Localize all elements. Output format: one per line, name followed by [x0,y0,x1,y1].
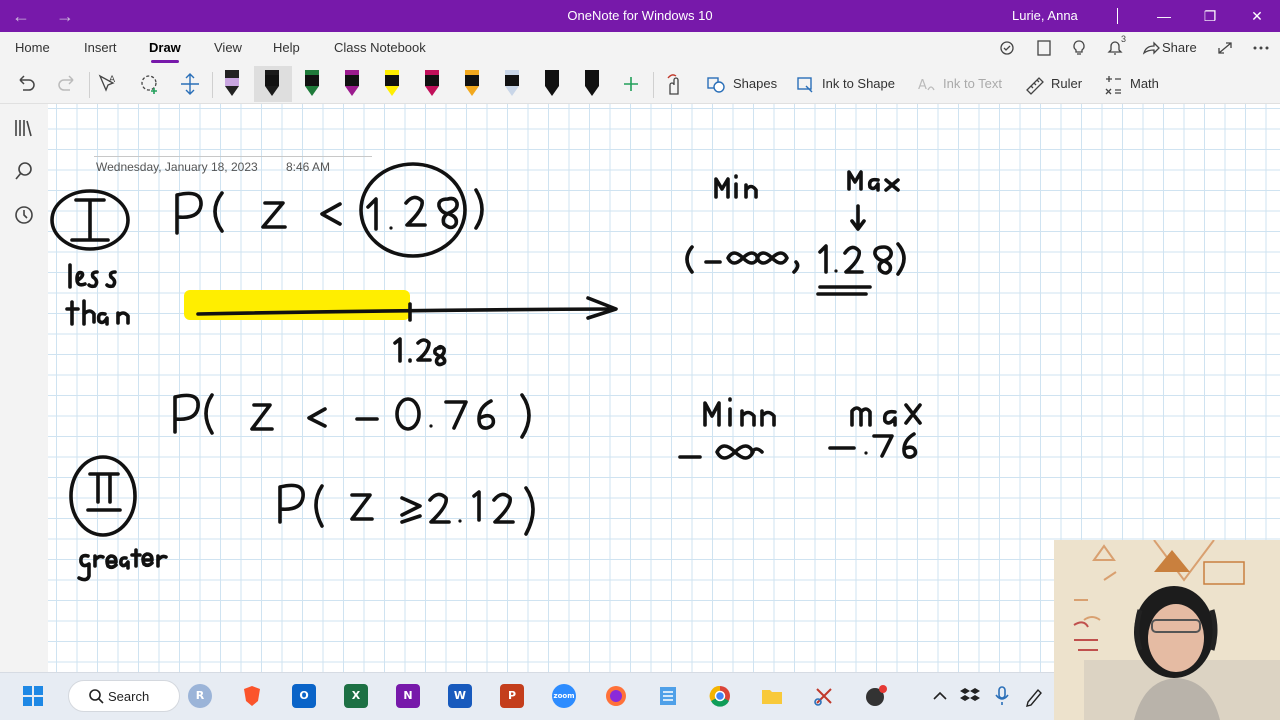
add-pen-icon[interactable] [620,68,642,100]
lasso-select-icon[interactable] [138,68,162,100]
ink-to-shape-button[interactable]: Ink to Shape [822,76,895,91]
pen-6[interactable] [425,70,439,96]
undo-icon[interactable] [14,68,38,100]
ink-to-shape-icon[interactable] [794,68,818,100]
tab-home[interactable]: Home [15,40,50,55]
pen-2[interactable] [265,70,279,96]
share-icon[interactable] [1140,38,1162,58]
math-button[interactable]: Math [1130,76,1159,91]
left-navigation-rail [0,104,48,672]
active-tab-indicator [151,60,179,63]
minimize-button[interactable]: — [1149,4,1179,28]
page-date: Wednesday, January 18, 2023 [96,160,258,174]
tab-draw[interactable]: Draw [149,40,181,55]
outlook-icon[interactable]: O [292,684,316,708]
page-title-line [94,156,372,157]
r-app-icon[interactable]: R [188,684,212,708]
tab-insert[interactable]: Insert [84,40,117,55]
microphone-icon[interactable] [990,684,1014,708]
taskbar-search-icon [89,689,104,704]
toolbar-separator [89,72,90,98]
shapes-icon[interactable] [704,68,728,100]
ink-to-text-button: Ink to Text [943,76,1003,91]
excel-icon[interactable]: X [344,684,368,708]
svg-text:A: A [918,78,927,93]
search-icon[interactable] [12,159,36,183]
shapes-button[interactable]: Shapes [733,76,777,91]
chrome-icon[interactable] [708,684,732,708]
chevron-up-icon[interactable] [928,684,952,708]
svg-text:A: A [109,75,116,85]
share-button[interactable]: Share [1162,40,1197,55]
powerpoint-icon[interactable]: P [500,684,524,708]
ink-to-text-icon: A [918,78,935,93]
toolbar-separator [653,72,654,98]
word-icon[interactable]: W [448,684,472,708]
notepad-icon[interactable] [656,684,680,708]
pen-5[interactable] [385,70,399,96]
pen-9[interactable] [545,70,559,96]
redo-icon[interactable] [55,68,79,100]
notification-count: 3 [1121,34,1127,44]
type-select-icon[interactable]: A [96,68,120,100]
pen-10[interactable] [585,70,599,96]
tab-class-notebook[interactable]: Class Notebook [334,40,426,55]
title-separator [1117,8,1118,24]
tab-help[interactable]: Help [273,40,300,55]
lightbulb-icon[interactable] [1068,38,1090,58]
ruler-icon[interactable] [1023,68,1047,100]
snipping-tool-icon[interactable] [812,684,836,708]
zoom-icon[interactable]: zoom [552,684,576,708]
user-name[interactable]: Lurie, Anna [1012,8,1078,23]
notebooks-icon[interactable] [12,116,36,140]
dropbox-icon[interactable] [958,684,982,708]
page-icon[interactable] [1033,38,1055,58]
close-button[interactable]: ✕ [1242,4,1272,28]
brave-browser-icon[interactable] [240,684,264,708]
expand-icon[interactable] [1214,38,1236,58]
restore-button[interactable]: ❐ [1195,4,1225,28]
title-bar: ← → OneNote for Windows 10 Lurie, Anna —… [0,0,1280,32]
taskbar-search-label: Search [108,689,150,704]
sync-icon[interactable] [997,38,1019,58]
file-explorer-icon[interactable] [760,684,784,708]
page-time: 8:46 AM [286,160,331,174]
pen-palette[interactable] [218,64,618,104]
windows-start-icon[interactable] [21,684,45,708]
app-title: OneNote for Windows 10 [567,8,713,23]
pen-8[interactable] [505,70,519,96]
draw-with-touch-icon[interactable] [662,68,686,100]
tab-view[interactable]: View [214,40,242,55]
pen-1[interactable] [225,70,239,96]
pen-7[interactable] [465,70,479,96]
ruler-button[interactable]: Ruler [1051,76,1082,91]
onenote-icon[interactable]: N [396,684,420,708]
pen-3[interactable] [305,70,319,96]
toolbar-separator [212,72,213,98]
pen-4[interactable] [345,70,359,96]
firefox-icon[interactable] [604,684,628,708]
math-icon[interactable] [1101,68,1125,100]
add-space-icon[interactable] [178,68,202,100]
pen-menu-icon[interactable] [1022,684,1046,708]
more-options-icon[interactable] [1250,38,1272,58]
recent-notes-icon[interactable] [12,203,36,227]
presenter-webcam [1054,540,1280,720]
recording-app-icon[interactable] [864,684,888,708]
